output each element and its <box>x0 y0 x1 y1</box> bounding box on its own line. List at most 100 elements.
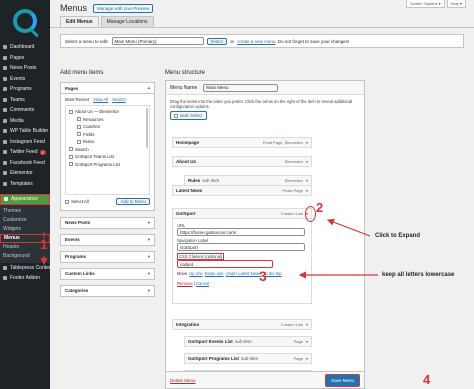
main-content: Screen Options ▾ Help ▾ Menus Manage wit… <box>50 0 474 389</box>
move-up-one-link[interactable]: Up one <box>189 271 203 276</box>
lowercase-note: keep all letters lowercase <box>382 272 455 278</box>
sidebar-item-comments[interactable]: Comments <box>0 105 50 116</box>
screen-options-button[interactable]: Screen Options ▾ <box>405 0 445 8</box>
click-to-expand-note: Click to Expand <box>375 233 421 239</box>
remove-link[interactable]: Remove <box>177 281 193 286</box>
tab-most-recent[interactable]: Most Recent <box>65 97 89 102</box>
navigation-label-input[interactable]: GotSport <box>177 243 305 251</box>
help-button[interactable]: Help ▾ <box>446 0 466 8</box>
move-down-one-link[interactable]: Down one <box>205 271 224 276</box>
accordion-custom-links[interactable]: Custom Links ▾ <box>60 267 155 280</box>
create-menu-link[interactable]: create a new menu <box>237 39 275 44</box>
page-checkbox-item[interactable]: Resources <box>69 116 146 124</box>
submenu-item-customize[interactable]: Customize <box>0 216 50 225</box>
chevron-down-icon[interactable]: ▾ <box>306 339 308 344</box>
save-menu-button[interactable]: Save Menu <box>325 373 360 387</box>
sidebar-item-wp-table-builder[interactable]: WP Table Builder <box>0 126 50 137</box>
menu-structure-column: Menu structure Menu Name Main Menu Drag … <box>165 70 365 381</box>
add-to-menu-button[interactable]: Add to Menu <box>116 198 150 206</box>
sidebar-item-templates[interactable]: Templates <box>0 179 50 190</box>
sidebar-item-dashboard[interactable]: Dashboard <box>0 42 50 53</box>
page-checkbox-item[interactable]: GotSport Programs List <box>69 161 146 169</box>
select-all-checkbox[interactable]: Select All <box>65 198 89 206</box>
dashboard-icon <box>3 45 7 50</box>
move-under-latest-news-link[interactable]: Under Latest News <box>226 271 262 276</box>
page-checkbox-item[interactable]: Rules <box>69 138 146 146</box>
sidebar-item-facebook-feed[interactable]: Facebook Feed <box>0 158 50 169</box>
menu-item-about-us[interactable]: About Us Elementor ▾ <box>172 156 312 167</box>
chevron-down-icon[interactable]: ▾ <box>306 322 308 327</box>
submenu-item-widgets[interactable]: Widgets <box>0 225 50 234</box>
live-preview-button[interactable]: Manage with Live Preview <box>93 3 154 13</box>
page-title: Menus <box>60 3 88 13</box>
tab-manage-locations[interactable]: Manage Locations <box>100 16 154 27</box>
sidebar-item-pages[interactable]: Pages <box>0 53 50 64</box>
url-input[interactable]: https://home.gotsoccer.com/ <box>177 228 305 236</box>
menu-name-input[interactable]: Main Menu <box>203 83 279 92</box>
select-button[interactable]: Select <box>206 37 228 45</box>
screen-meta-links: Screen Options ▾ Help ▾ <box>405 0 466 8</box>
submenu-item-themes[interactable]: Themes <box>0 207 50 216</box>
menu-item-gotsport[interactable]: GotSport Custom Link ▾ <box>172 208 312 219</box>
page-checkbox-item[interactable]: Coaches <box>69 123 146 131</box>
menu-select-dropdown[interactable]: Main Menu (Primary) <box>111 37 204 45</box>
footer-icon <box>3 276 7 281</box>
menu-name-label: Menu Name <box>170 84 198 91</box>
page-checkbox-item[interactable]: About Us — Elementor <box>69 108 146 116</box>
sidebar-item-tablepress[interactable]: Tablepress Content <box>0 263 53 274</box>
sidebar-item-teams[interactable]: Teams <box>0 95 50 106</box>
page-checkbox-item[interactable]: GotSport Teams List <box>69 153 146 161</box>
sidebar-item-footer-addon[interactable]: Footer Addon <box>0 273 50 284</box>
accordion-categories[interactable]: Categories ▾ <box>60 284 155 297</box>
notification-badge: 1 <box>39 149 46 155</box>
elementor-icon <box>3 171 7 176</box>
pages-scrollbar[interactable] <box>146 108 148 148</box>
chevron-down-icon: ▾ <box>147 219 150 225</box>
delete-menu-link[interactable]: Delete Menu <box>170 378 196 383</box>
menu-item-integration[interactable]: Integration Custom Link ▾ <box>172 319 312 330</box>
bulk-select-button[interactable]: Bulk Select <box>170 111 207 120</box>
menu-item-latest-news[interactable]: Latest News Posts Page ▾ <box>172 185 312 196</box>
menu-item-homepage[interactable]: Homepage Front Page, Elementor ▾ <box>172 137 312 148</box>
chevron-down-icon[interactable]: ▾ <box>306 140 308 145</box>
sidebar-item-elementor[interactable]: Elementor <box>0 168 50 179</box>
tab-search[interactable]: Search <box>112 97 126 102</box>
move-links: Move Up one Down one Under Latest News T… <box>177 271 282 276</box>
teams-icon <box>3 97 7 102</box>
gotsport-settings-panel: URL https://home.gotsoccer.com/ Navigati… <box>172 219 312 304</box>
chevron-down-icon[interactable]: ▾ <box>306 178 308 183</box>
accordion-news-posts[interactable]: News Posts ▾ <box>60 216 155 229</box>
menu-select-bar: Select a menu to edit: Main Menu (Primar… <box>60 34 464 48</box>
page-checkbox-item[interactable]: Fields <box>69 131 146 139</box>
menu-item-gotsport-programs-list[interactable]: GotSport Programs List sub item Page ▾ <box>184 353 312 364</box>
chevron-down-icon[interactable]: ▾ <box>306 356 308 361</box>
menu-item-gotsport-events-list[interactable]: GotSport Events List sub item Page ▾ <box>184 336 312 347</box>
cancel-link[interactable]: Cancel <box>196 281 209 286</box>
annotation-number-2: 2 <box>316 200 324 215</box>
sidebar-item-twitter-feed[interactable]: Twitter Feed 1 <box>0 147 50 158</box>
sidebar-item-news-posts[interactable]: News Posts <box>0 63 50 74</box>
tab-edit-menus[interactable]: Edit Menus <box>60 16 99 27</box>
sidebar-item-events[interactable]: Events <box>0 74 50 85</box>
chevron-down-icon[interactable]: ▾ <box>306 188 308 193</box>
save-reminder-text: . Do not forget to save your changes! <box>275 38 350 44</box>
pages-tabs: Most Recent View All Search <box>65 94 150 105</box>
twitter-icon <box>3 150 7 155</box>
sidebar-item-media[interactable]: Media <box>0 116 50 127</box>
css-classes-input[interactable]: callout <box>177 260 273 268</box>
sidebar-item-appearance[interactable]: Appearance <box>0 194 50 205</box>
appearance-submenu: Themes Customize Widgets Menus Header Ba… <box>0 204 50 263</box>
sidebar-item-programs[interactable]: Programs <box>0 84 50 95</box>
select-menu-label: Select a menu to edit: <box>65 38 109 44</box>
annotation-number-4: 4 <box>423 372 431 387</box>
submenu-item-background[interactable]: Background <box>0 252 50 261</box>
accordion-programs[interactable]: Programs ▾ <box>60 250 155 263</box>
accordion-events[interactable]: Events ▾ <box>60 233 155 246</box>
templates-icon <box>3 181 7 186</box>
sidebar-item-instagram-feed[interactable]: Instagram Feed <box>0 137 50 148</box>
page-checkbox-item[interactable]: Search <box>69 146 146 154</box>
facebook-icon <box>3 160 7 165</box>
chevron-down-icon[interactable]: ▾ <box>306 159 308 164</box>
tab-view-all[interactable]: View All <box>93 97 108 102</box>
chevron-down-icon: ▾ <box>147 287 150 293</box>
